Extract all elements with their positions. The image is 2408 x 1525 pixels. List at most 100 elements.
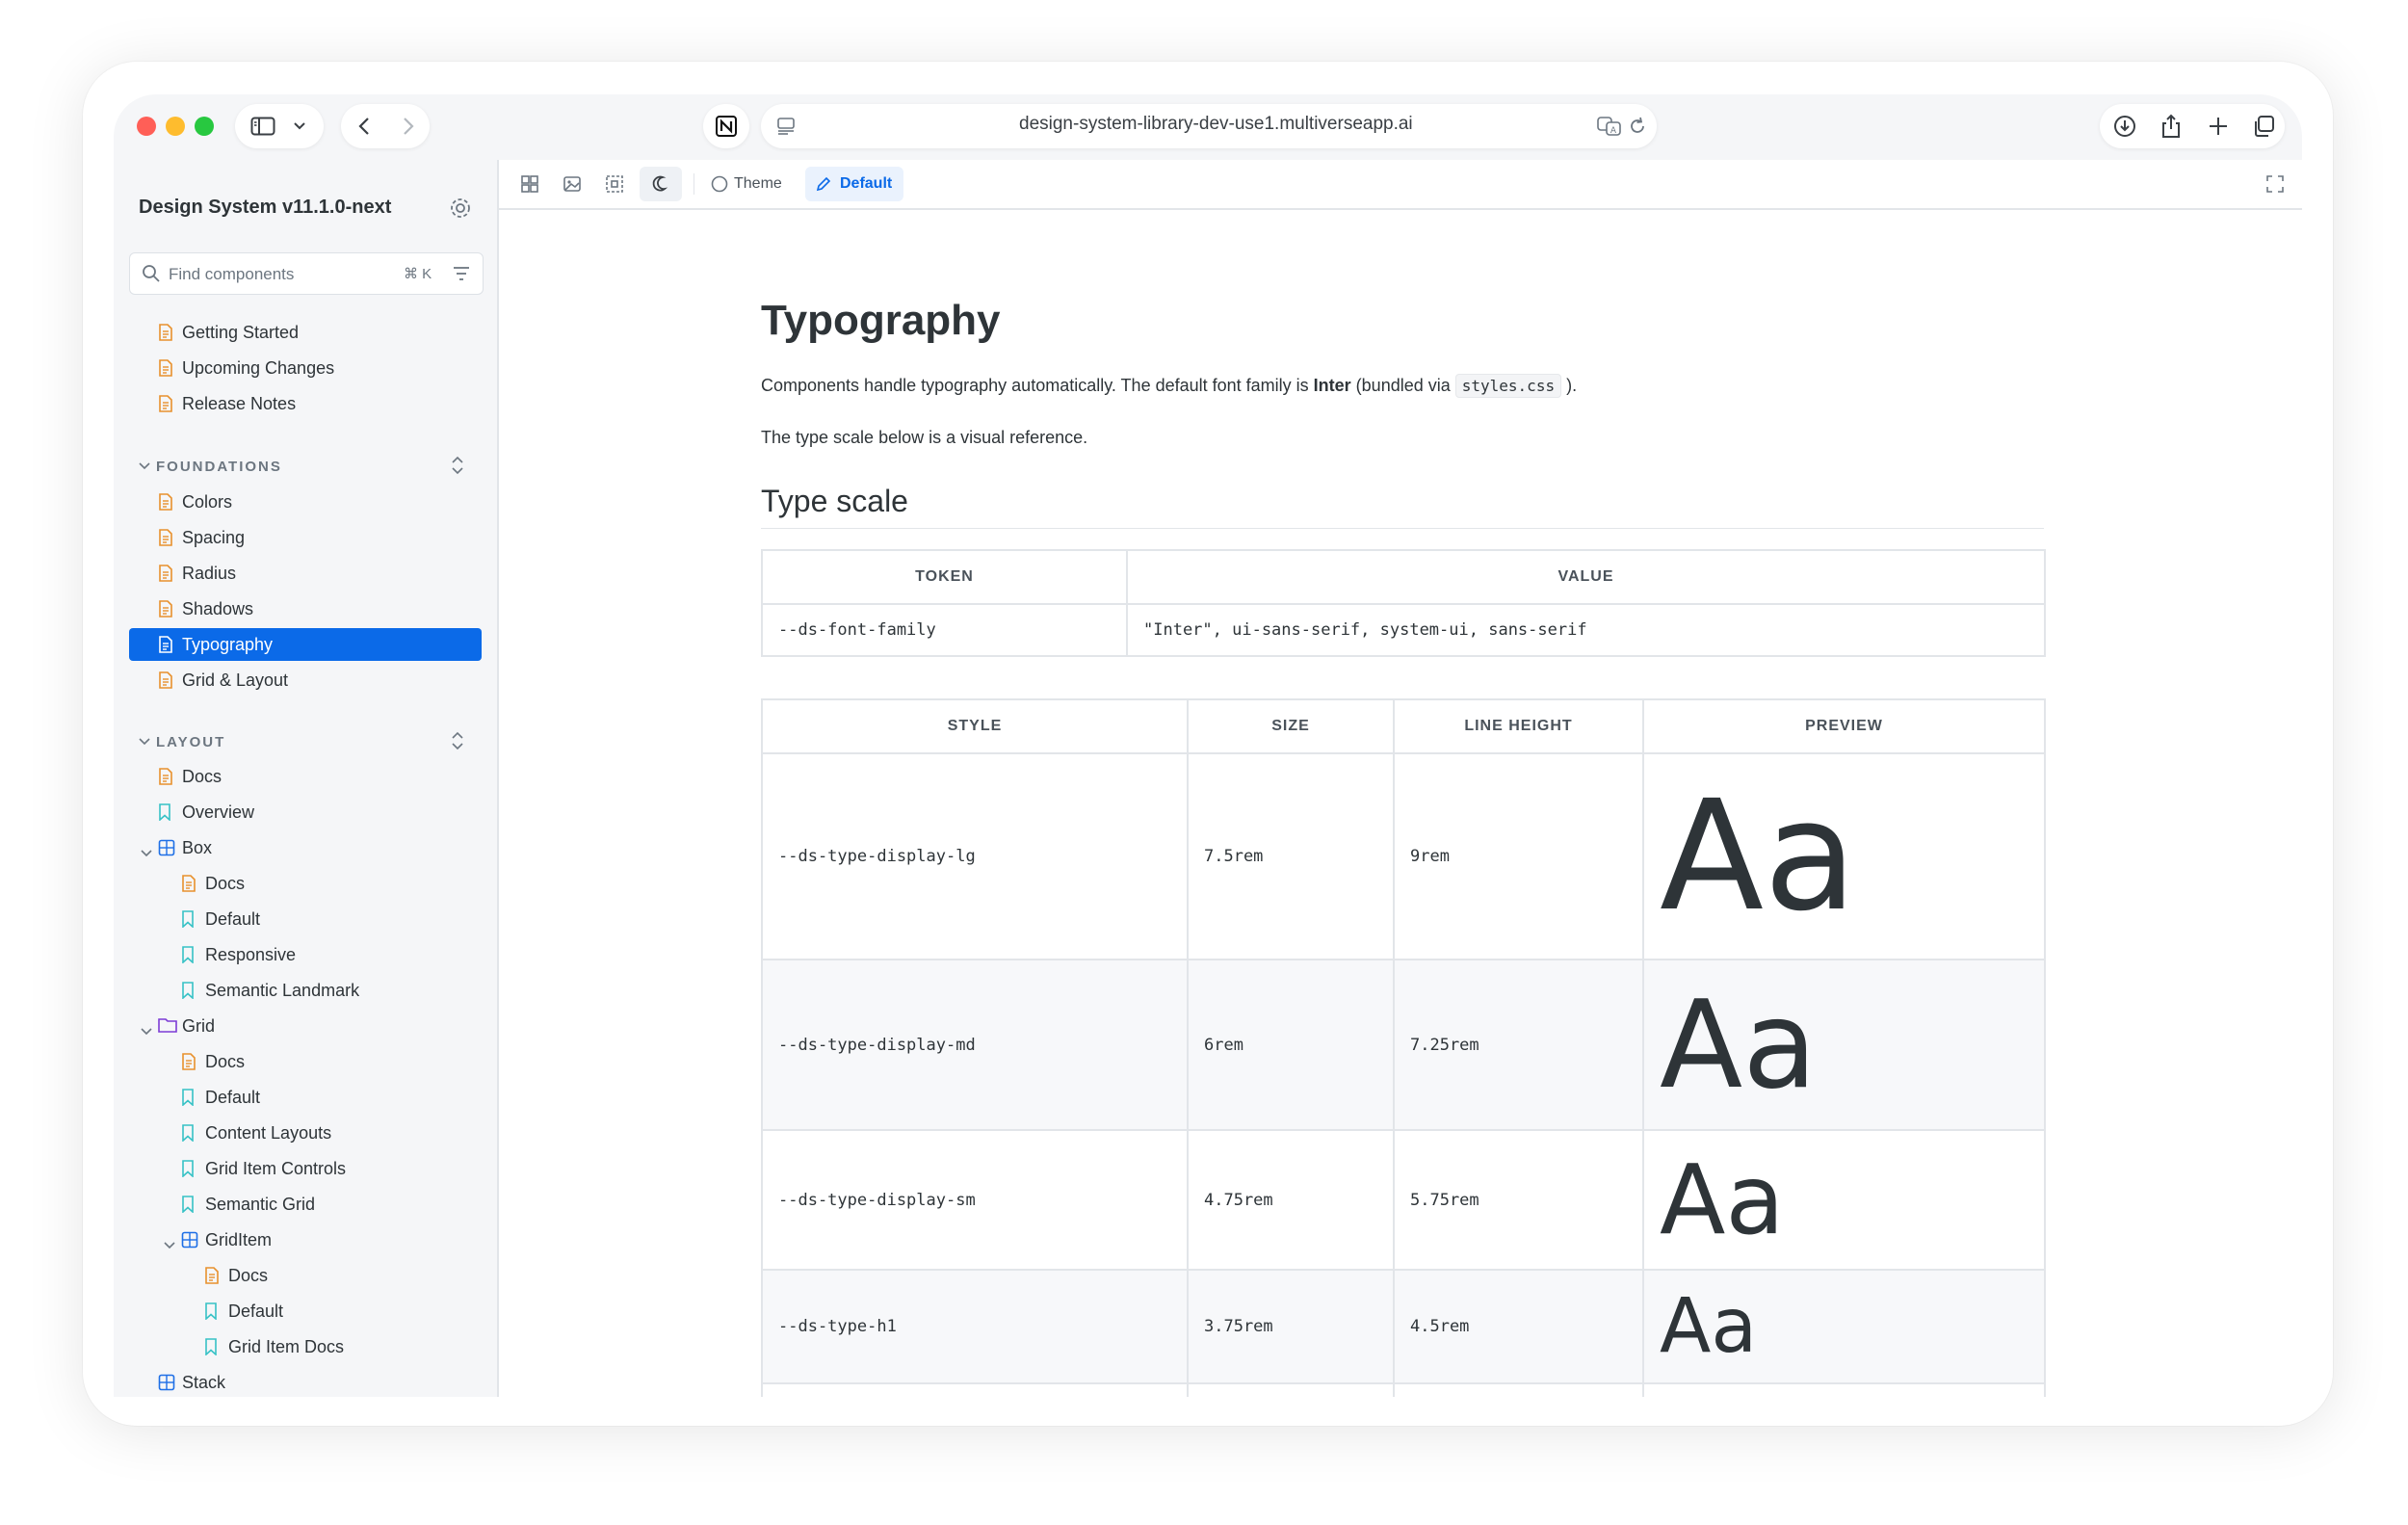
token-table-header: TOKEN VALUE	[761, 549, 2046, 605]
sidebar-item-overview[interactable]: Overview	[129, 796, 482, 828]
sidebar-item-docs[interactable]: Docs	[129, 867, 482, 900]
chevron-down-icon[interactable]	[141, 843, 152, 863]
section-title: Type scale	[761, 484, 908, 518]
sidebar-item-docs[interactable]: Docs	[129, 1045, 482, 1078]
sidebar-item-label: Content Layouts	[205, 1123, 332, 1143]
sidebar-item-default[interactable]: Default	[129, 903, 482, 935]
sidebar-item-radius[interactable]: Radius	[129, 557, 482, 590]
component-icon	[158, 1374, 175, 1396]
chevron-down-icon[interactable]	[141, 1021, 152, 1041]
background-image-icon[interactable]	[563, 174, 582, 194]
share-icon[interactable]	[2159, 114, 2183, 139]
sidebar-toggle-button[interactable]	[235, 104, 324, 148]
sidebar-item-colors[interactable]: Colors	[129, 486, 482, 518]
sidebar-item-grid-item-docs[interactable]: Grid Item Docs	[129, 1330, 482, 1363]
sidebar-item-stack[interactable]: Stack	[129, 1366, 482, 1397]
svg-text:A: A	[1610, 126, 1617, 136]
document-icon	[158, 600, 173, 622]
chevron-down-icon	[139, 734, 156, 750]
sidebar-item-label: Grid & Layout	[182, 670, 289, 690]
sidebar-item-label: Semantic Grid	[205, 1195, 316, 1214]
translate-icon[interactable]: A	[1597, 116, 1622, 137]
storybook-sidebar: Design System v11.1.0-next Find componen…	[114, 160, 499, 1397]
sidebar-item-default[interactable]: Default	[129, 1081, 482, 1114]
theme-button[interactable]: Theme	[734, 175, 782, 193]
sidebar-item-grid-layout[interactable]: Grid & Layout	[129, 664, 482, 697]
component-search[interactable]: Find components ⌘ K	[129, 252, 484, 295]
bookmark-icon	[204, 1302, 218, 1325]
sidebar-item-release-notes[interactable]: Release Notes	[129, 387, 482, 420]
sidebar-section-heading[interactable]: FOUNDATIONS	[139, 459, 282, 475]
download-icon[interactable]	[2113, 115, 2136, 138]
sidebar-item-label: Docs	[205, 1052, 246, 1071]
sidebar-section-heading[interactable]: LAYOUT	[139, 734, 225, 750]
sidebar-item-grid-item-controls[interactable]: Grid Item Controls	[129, 1152, 482, 1185]
new-tab-icon[interactable]	[2208, 116, 2229, 137]
navigation-buttons	[341, 104, 430, 148]
expand-collapse-icon[interactable]	[451, 731, 464, 755]
document-icon	[181, 1053, 196, 1075]
sidebar-title: Design System v11.1.0-next	[139, 197, 392, 218]
settings-gear-icon[interactable]	[449, 197, 472, 220]
close-window-button[interactable]	[137, 117, 156, 136]
notion-extension-button[interactable]	[703, 104, 749, 148]
expand-collapse-icon[interactable]	[451, 456, 464, 480]
size-cell: 3.75rem	[1187, 1269, 1395, 1384]
folder-icon	[158, 1017, 177, 1038]
sidebar-item-shadows[interactable]: Shadows	[129, 592, 482, 625]
bookmark-icon	[204, 1338, 218, 1360]
component-icon	[181, 1231, 198, 1253]
section-divider	[761, 528, 2044, 529]
column-header: SIZE	[1187, 698, 1395, 754]
sidebar-item-typography[interactable]: Typography	[129, 628, 482, 661]
bookmark-icon	[181, 1196, 195, 1218]
grid-toggle-icon[interactable]	[520, 174, 539, 194]
filter-icon[interactable]	[452, 265, 471, 282]
sidebar-item-content-layouts[interactable]: Content Layouts	[129, 1117, 482, 1149]
search-shortcut: ⌘ K	[404, 266, 432, 282]
sidebar-item-upcoming-changes[interactable]: Upcoming Changes	[129, 352, 482, 384]
search-input[interactable]: Find components	[169, 265, 294, 284]
table-row	[761, 1382, 2046, 1397]
sidebar-item-label: Overview	[182, 802, 255, 822]
sidebar-item-label: Grid	[182, 1016, 216, 1036]
column-header: STYLE	[761, 698, 1189, 754]
sidebar-icon	[250, 117, 275, 136]
maximize-window-button[interactable]	[195, 117, 214, 136]
outline-icon[interactable]	[605, 174, 624, 194]
sidebar-item-semantic-grid[interactable]: Semantic Grid	[129, 1188, 482, 1221]
preview-cell: Aa	[1642, 752, 2046, 960]
reload-icon[interactable]	[1628, 117, 1647, 136]
default-theme-label: Default	[840, 175, 893, 192]
back-button[interactable]	[354, 116, 376, 137]
dark-mode-toggle[interactable]	[640, 167, 682, 201]
sidebar-item-griditem[interactable]: GridItem	[129, 1223, 482, 1256]
sidebar-item-docs[interactable]: Docs	[129, 760, 482, 793]
forward-button[interactable]	[397, 116, 418, 137]
sidebar-item-default[interactable]: Default	[129, 1295, 482, 1328]
sidebar-item-getting-started[interactable]: Getting Started	[129, 316, 482, 349]
style-cell: --ds-type-display-lg	[761, 752, 1189, 960]
chevron-down-icon[interactable]	[164, 1235, 175, 1255]
sidebar-item-label: Default	[228, 1302, 284, 1321]
sidebar-item-label: Default	[205, 1088, 261, 1107]
intro-font-name: Inter	[1313, 376, 1351, 395]
document-icon	[158, 768, 173, 790]
sidebar-item-docs[interactable]: Docs	[129, 1259, 482, 1292]
sidebar-item-label: Grid Item Docs	[228, 1337, 345, 1356]
bookmark-icon	[181, 1160, 195, 1182]
fullscreen-icon[interactable]	[2265, 174, 2285, 194]
sidebar-item-spacing[interactable]: Spacing	[129, 521, 482, 554]
chevron-left-icon	[358, 118, 369, 135]
chevron-right-icon	[404, 118, 414, 135]
bookmark-icon	[181, 1124, 195, 1146]
document-icon	[158, 324, 173, 346]
sidebar-item-box[interactable]: Box	[129, 831, 482, 864]
tab-overview-icon[interactable]	[2252, 115, 2275, 138]
page-menu-icon[interactable]	[776, 117, 796, 136]
sidebar-item-responsive[interactable]: Responsive	[129, 938, 482, 971]
minimize-window-button[interactable]	[166, 117, 185, 136]
default-theme-button[interactable]: Default	[805, 167, 903, 201]
sidebar-item-grid[interactable]: Grid	[129, 1010, 482, 1042]
sidebar-item-semantic-landmark[interactable]: Semantic Landmark	[129, 974, 482, 1007]
